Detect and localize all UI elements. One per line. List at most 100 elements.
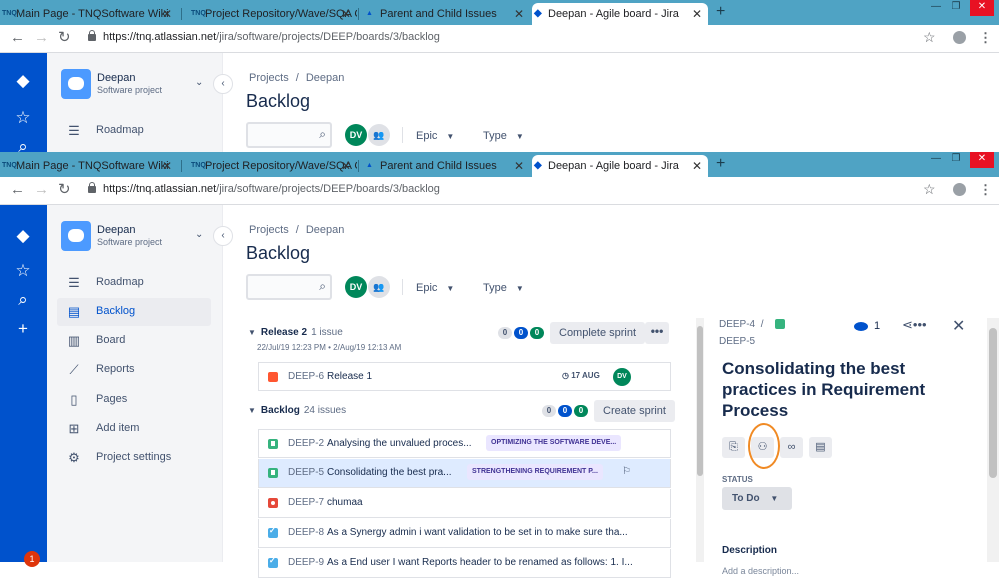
sidebar-item-project-settings[interactable]: ⚙ Project settings <box>57 444 211 472</box>
tab-parent-child-issues[interactable]: ▲ Parent and Child Issues ✕ <box>364 3 530 25</box>
issue-key-link[interactable]: DEEP-5 <box>719 336 755 347</box>
sidebar-item-backlog[interactable]: ▤ Backlog <box>57 298 211 326</box>
share-icon[interactable]: ⋖••• <box>902 317 927 333</box>
star-icon[interactable]: ☆ <box>12 107 34 129</box>
tab-project-repository[interactable]: TNQ Project Repository/Wave/SQA Co ✕ <box>189 155 357 177</box>
backlog-header[interactable]: ▼ Backlog 24 issues <box>248 405 346 416</box>
create-plus-icon[interactable]: + <box>12 318 34 340</box>
back-arrow-icon[interactable]: ← <box>10 29 25 47</box>
caret-down-icon[interactable]: ▼ <box>248 406 256 415</box>
browser-menu-icon[interactable]: ⋮ <box>979 182 992 198</box>
issue-title[interactable]: Consolidating the best practices in Requ… <box>722 358 962 421</box>
avatar[interactable]: DV <box>345 124 367 146</box>
breadcrumb-deepan[interactable]: Deepan <box>306 72 345 84</box>
maximize-icon[interactable]: ❐ <box>947 0 965 16</box>
breadcrumb-projects[interactable]: Projects <box>249 72 289 84</box>
sidebar-item-pages[interactable]: ▯ Pages <box>57 386 211 414</box>
type-filter[interactable]: Type ▼ <box>483 130 524 142</box>
list-item[interactable]: DEEP-8 As a Synergy admin i want validat… <box>258 519 671 548</box>
close-tab-icon[interactable]: ✕ <box>341 155 351 177</box>
sidebar-item-roadmap[interactable]: ☰ Roadmap <box>57 269 211 297</box>
star-icon[interactable]: ☆ <box>12 260 34 282</box>
address-bar: ← → ↻ https://tnq.atlassian.net/jira/sof… <box>0 177 999 205</box>
description-field[interactable]: Add a description... <box>722 566 799 576</box>
jira-logo-icon[interactable]: ◆ <box>12 70 34 92</box>
list-item[interactable]: DEEP-7 chumaa <box>258 489 671 518</box>
window-close-icon[interactable]: ✕ <box>970 152 994 168</box>
bookmark-star-icon[interactable]: ☆ <box>923 181 936 198</box>
reload-icon[interactable]: ↻ <box>58 29 71 47</box>
epic-filter[interactable]: Epic ▼ <box>416 282 454 294</box>
status-dropdown[interactable]: To Do ▼ <box>722 487 792 510</box>
backlog-scrollbar[interactable] <box>696 318 704 562</box>
search-input[interactable]: ⌕ <box>246 122 332 148</box>
forward-arrow-icon[interactable]: → <box>34 181 49 199</box>
minimize-icon[interactable]: — <box>927 152 945 168</box>
close-icon[interactable]: ✕ <box>952 316 965 336</box>
profile-avatar[interactable] <box>953 31 966 44</box>
url-field[interactable]: https://tnq.atlassian.net/jira/software/… <box>103 31 440 43</box>
more-actions-button[interactable]: ••• <box>645 322 669 344</box>
list-item[interactable]: DEEP-6 Release 1 ◷ 17 AUG DV <box>258 362 671 391</box>
type-filter[interactable]: Type ▼ <box>483 282 524 294</box>
sidebar-item-reports[interactable]: ⟋ Reports <box>57 356 211 384</box>
page-icon[interactable]: ▤ <box>809 437 832 458</box>
global-nav: ◆ ☆ ⌕ <box>0 53 47 156</box>
breadcrumb-projects[interactable]: Projects <box>249 224 289 236</box>
forward-arrow-icon[interactable]: → <box>34 29 49 47</box>
new-tab-button[interactable]: + <box>716 155 725 173</box>
attachment-icon[interactable]: ⎘ <box>722 437 745 458</box>
bookmark-star-icon[interactable]: ☆ <box>923 29 936 46</box>
scrollbar-thumb[interactable] <box>989 328 997 478</box>
profile-avatar[interactable] <box>953 183 966 196</box>
back-arrow-icon[interactable]: ← <box>10 181 25 199</box>
breadcrumb: Projects / Deepan <box>249 72 345 84</box>
breadcrumb-deepan[interactable]: Deepan <box>306 224 345 236</box>
close-tab-icon[interactable]: ✕ <box>514 155 524 177</box>
close-tab-icon[interactable]: ✕ <box>162 155 172 177</box>
scrollbar-thumb[interactable] <box>697 326 703 476</box>
minimize-icon[interactable]: — <box>927 0 945 16</box>
list-item[interactable]: DEEP-9 As a End user I want Reports head… <box>258 549 671 578</box>
close-tab-icon[interactable]: ✕ <box>692 3 702 25</box>
reload-icon[interactable]: ↻ <box>58 181 71 199</box>
complete-sprint-button[interactable]: Complete sprint <box>550 322 646 344</box>
caret-down-icon[interactable]: ▼ <box>248 328 256 337</box>
sprint-header[interactable]: ▼ Release 21 issue <box>248 327 343 338</box>
add-people-icon[interactable]: 👥 <box>368 276 390 298</box>
url-field[interactable]: https://tnq.atlassian.net/jira/software/… <box>103 183 440 195</box>
chevron-down-icon[interactable]: ⌄ <box>195 229 203 240</box>
tab-project-repository[interactable]: TNQ Project Repository/Wave/SQA Co ✕ <box>189 3 357 25</box>
epic-filter[interactable]: Epic ▼ <box>416 130 454 142</box>
window-close-icon[interactable]: ✕ <box>970 0 994 16</box>
avatar[interactable]: DV <box>345 276 367 298</box>
close-tab-icon[interactable]: ✕ <box>514 3 524 25</box>
tab-jira-backlog[interactable]: ◆ Deepan - Agile board - Jira ✕ <box>532 3 708 25</box>
add-people-icon[interactable]: 👥 <box>368 124 390 146</box>
tab-main-page[interactable]: TNQ Main Page - TNQSoftware Wiki ✕ <box>0 3 178 25</box>
link-icon[interactable]: ∞ <box>780 437 803 458</box>
jira-logo-icon[interactable]: ◆ <box>12 225 34 247</box>
list-item-selected[interactable]: DEEP-5 Consolidating the best pra... STR… <box>258 459 671 488</box>
sidebar-item-roadmap[interactable]: ☰ Roadmap <box>57 117 211 145</box>
maximize-icon[interactable]: ❐ <box>947 152 965 168</box>
new-tab-button[interactable]: + <box>716 3 725 21</box>
search-icon[interactable]: ⌕ <box>12 289 34 311</box>
watchers-button[interactable]: 1 <box>854 320 880 332</box>
sidebar-item-add-item[interactable]: ⊞ Add item <box>57 415 211 443</box>
list-item[interactable]: DEEP-2 Analysing the unvalued proces... … <box>258 429 671 458</box>
create-sprint-button[interactable]: Create sprint <box>594 400 675 422</box>
search-input[interactable]: ⌕ <box>246 274 332 300</box>
notification-badge[interactable]: 1 <box>24 551 40 567</box>
close-tab-icon[interactable]: ✕ <box>162 3 172 25</box>
browser-menu-icon[interactable]: ⋮ <box>979 30 992 46</box>
close-tab-icon[interactable]: ✕ <box>341 3 351 25</box>
tab-jira-backlog[interactable]: ◆ Deepan - Agile board - Jira ✕ <box>532 155 708 177</box>
parent-issue-link[interactable]: DEEP-4 / <box>719 319 763 330</box>
chevron-down-icon[interactable]: ⌄ <box>195 77 203 88</box>
tab-main-page[interactable]: TNQ Main Page - TNQSoftware Wiki ✕ <box>0 155 178 177</box>
close-tab-icon[interactable]: ✕ <box>692 155 702 177</box>
detail-scrollbar[interactable] <box>987 318 999 562</box>
sidebar-item-board[interactable]: ▥ Board <box>57 327 211 355</box>
tab-parent-child-issues[interactable]: ▲ Parent and Child Issues ✕ <box>364 155 530 177</box>
